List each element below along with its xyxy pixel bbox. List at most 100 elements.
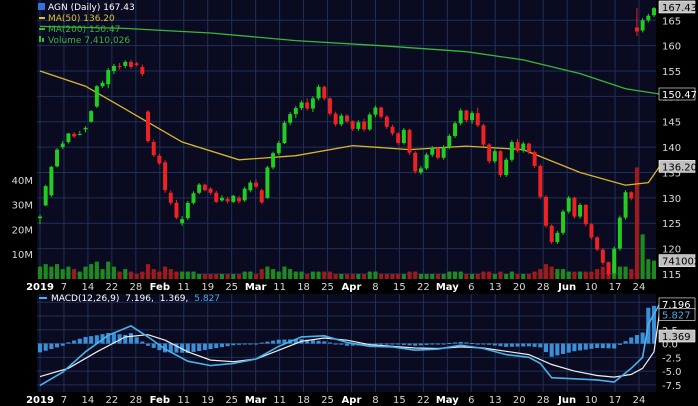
candle-body xyxy=(49,166,54,196)
candle-body xyxy=(634,27,639,32)
volume-bar xyxy=(282,266,287,279)
volume-bar xyxy=(629,269,634,279)
volume-bar xyxy=(322,271,327,279)
volume-bar xyxy=(350,274,355,279)
candle-body xyxy=(379,107,384,117)
volume-bar xyxy=(191,271,196,279)
volume-bar xyxy=(151,269,156,279)
price-tick-label: 130 xyxy=(662,194,681,205)
volume-bar xyxy=(123,269,128,279)
macd-histogram-bar xyxy=(629,337,634,344)
candle-body xyxy=(293,108,298,115)
volume-bar xyxy=(589,271,594,279)
macd-histogram-bar xyxy=(572,343,577,352)
x-axis-label: 22 xyxy=(417,282,430,293)
legend-macd-signal: 5.827 xyxy=(194,294,220,304)
x-axis-label: 13 xyxy=(489,282,502,293)
candle-body xyxy=(219,197,224,201)
candle-body xyxy=(549,225,554,242)
x-axis-label-bottom: 2019 xyxy=(26,395,54,406)
candle-body xyxy=(441,147,446,158)
macd-histogram-bar xyxy=(276,339,281,344)
macd-histogram-bar xyxy=(606,343,611,349)
macd-histogram-bar xyxy=(515,343,520,347)
x-axis-label-bottom: 20 xyxy=(513,395,526,406)
legend-ma200: MA(200) 150.47 xyxy=(48,25,120,35)
volume-bar xyxy=(379,274,384,279)
candle-body xyxy=(498,151,503,176)
macd-histogram-bar xyxy=(504,343,509,347)
volume-tag: 7410026 xyxy=(662,257,698,268)
volume-bar xyxy=(316,271,321,279)
candle-body xyxy=(282,122,287,144)
price-tick-label: 125 xyxy=(662,219,681,230)
macd-histogram-bar xyxy=(259,342,264,344)
candle-body xyxy=(174,202,179,218)
candle-body xyxy=(629,192,634,199)
volume-bar xyxy=(168,269,173,279)
x-axis-label: 25 xyxy=(225,282,238,293)
macd-histogram-bar xyxy=(43,343,48,351)
candle-body xyxy=(191,193,196,203)
candle-body xyxy=(248,182,253,191)
volume-bar xyxy=(617,266,622,279)
candle-body xyxy=(589,224,594,238)
volume-bar xyxy=(299,271,304,279)
candle-body xyxy=(470,113,475,121)
macd-histogram-bar xyxy=(333,343,338,345)
volume-bar xyxy=(106,261,111,279)
volume-bar xyxy=(583,271,588,279)
macd-histogram-bar xyxy=(316,340,321,344)
x-axis-label-bottom: 8 xyxy=(372,395,378,406)
candle-body xyxy=(185,202,190,219)
price-tick-label: 145 xyxy=(662,118,681,129)
candle-body xyxy=(487,144,492,162)
candle-body xyxy=(413,152,418,172)
candle-body xyxy=(197,184,202,193)
volume-bar xyxy=(498,271,503,279)
x-axis-label-bottom: 28 xyxy=(537,395,550,406)
chart-canvas: 11512012513013514014515015516016510M20M3… xyxy=(0,0,698,406)
macd-histogram-bar xyxy=(481,343,486,345)
macd-histogram-bar xyxy=(344,343,350,346)
x-axis-label: 10 xyxy=(585,282,598,293)
candle-body xyxy=(566,197,571,212)
macd-histogram-bar xyxy=(617,343,622,345)
legend-macd: MACD(12,26,9) 7.196, 1.369, 5.827 xyxy=(51,294,220,304)
macd-histogram-bar xyxy=(145,343,151,346)
x-axis-label-bottom: 13 xyxy=(489,395,502,406)
macd-histogram-bar xyxy=(271,340,276,344)
legend-agn: AGN (Daily) 167.43 xyxy=(48,3,135,13)
candle-body xyxy=(509,142,514,160)
volume-bar xyxy=(509,271,514,279)
x-axis-label-bottom: 11 xyxy=(273,395,286,406)
volume-bar xyxy=(401,274,406,279)
candle-body xyxy=(140,66,145,75)
volume-bar xyxy=(231,274,236,279)
volume-bar xyxy=(504,274,509,279)
candle-body xyxy=(180,219,185,224)
candle-body xyxy=(55,149,60,167)
macd-histogram-bar xyxy=(151,343,156,348)
macd-histogram-bar xyxy=(379,343,384,345)
candle-body xyxy=(117,65,122,67)
volume-bar xyxy=(208,274,213,279)
macd-histogram-bar xyxy=(265,341,270,344)
volume-bar xyxy=(77,271,82,279)
macd-tick-label: -2.5 xyxy=(662,353,682,364)
macd-histogram-bar xyxy=(538,343,543,348)
volume-bar xyxy=(60,269,65,279)
volume-bar xyxy=(640,234,645,279)
macd-histogram-bar xyxy=(509,343,514,347)
candle-body xyxy=(464,110,469,121)
candle-body xyxy=(339,115,344,125)
candle-body xyxy=(299,102,304,109)
legend-macd-value: 7.196 xyxy=(125,294,151,304)
volume-bar xyxy=(333,274,338,279)
candle-body xyxy=(151,142,156,156)
macd-histogram-bar xyxy=(72,340,77,344)
volume-bar xyxy=(339,274,344,279)
signal-tag: 5.827 xyxy=(662,310,691,321)
candle-body xyxy=(646,15,651,21)
volume-bar xyxy=(578,271,583,279)
